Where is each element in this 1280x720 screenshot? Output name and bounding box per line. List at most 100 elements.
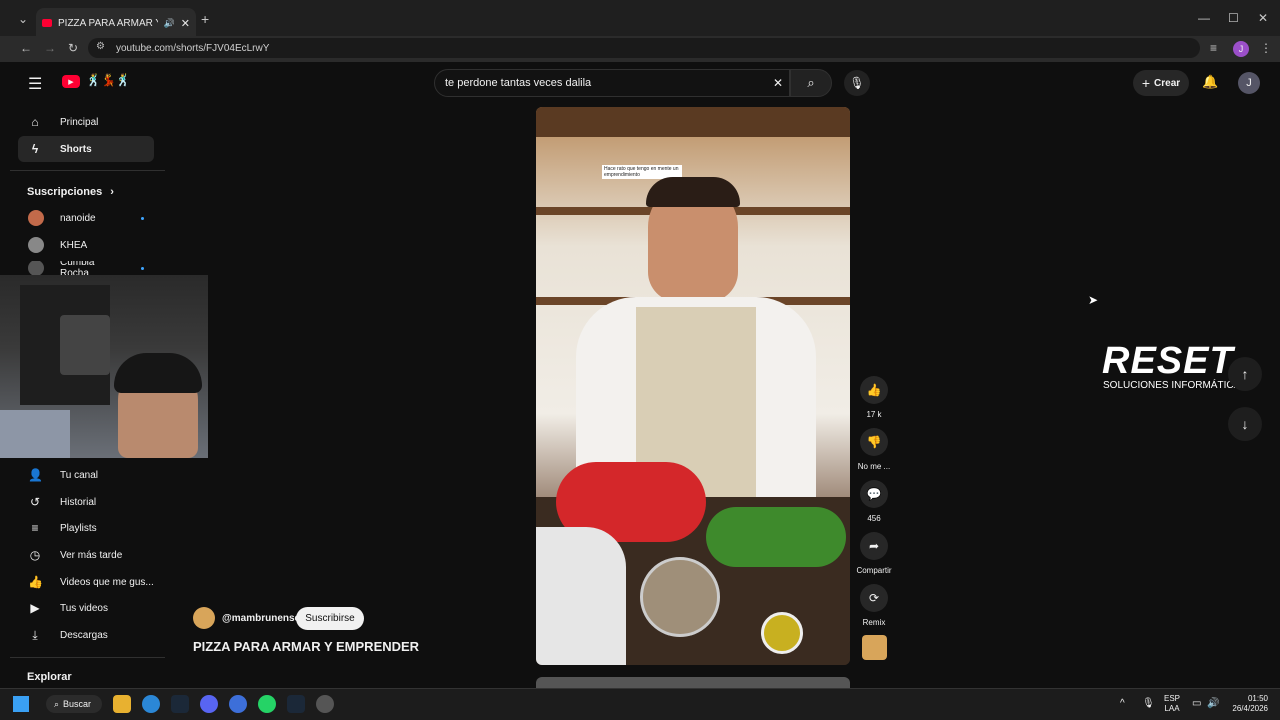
steam-icon[interactable] xyxy=(171,695,189,713)
voice-search-button[interactable]: 🎙 xyxy=(844,70,870,96)
like-button[interactable]: 👍 xyxy=(860,376,888,404)
sound-thumbnail[interactable] xyxy=(862,635,887,660)
settings-icon[interactable] xyxy=(316,695,334,713)
url-text: youtube.com/shorts/FJV04EcLrwY xyxy=(116,42,270,54)
dislike-button[interactable]: 👎 xyxy=(860,428,888,456)
channel-name[interactable]: @mambrunense xyxy=(222,613,300,624)
short-title[interactable]: PIZZA PARA ARMAR Y EMPRENDER xyxy=(193,639,419,654)
sidebar-item-playlists[interactable]: ≡ Playlists xyxy=(18,515,154,541)
explore-title: Explorar xyxy=(27,671,72,683)
sidebar-item-descargas[interactable]: ⤓ Descargas xyxy=(18,622,154,648)
profile-avatar[interactable]: J xyxy=(1233,41,1249,57)
remix-icon: ⟳ xyxy=(868,591,880,605)
chrome-icon[interactable] xyxy=(142,695,160,713)
steam-app-icon[interactable] xyxy=(287,695,305,713)
browser-tab[interactable]: PIZZA PARA ARMAR Y EMPR 🔊 ✕ xyxy=(36,8,196,38)
youtube-logo-icon[interactable]: ▶ xyxy=(62,75,80,88)
tray-chevron-icon[interactable]: ^ xyxy=(1120,698,1125,709)
sidebar-item-khea[interactable]: KHEA xyxy=(18,232,154,258)
taskbar-search-label: Buscar xyxy=(63,699,92,709)
comment-icon: 💬 xyxy=(866,487,882,501)
microphone-icon: 🎙 xyxy=(849,76,865,90)
media-controls-icon[interactable]: ≡ xyxy=(1210,41,1217,55)
account-avatar[interactable]: J xyxy=(1238,72,1260,94)
sidebar-item-nanoide[interactable]: nanoide xyxy=(18,205,154,231)
menu-dots-icon[interactable]: ⋮ xyxy=(1260,41,1272,55)
sidebar-item-label: Ver más tarde xyxy=(60,549,123,561)
windows-start-icon[interactable] xyxy=(13,696,29,712)
sidebar-item-principal[interactable]: ⌂ Principal xyxy=(18,109,154,135)
channel-avatar[interactable] xyxy=(193,607,215,629)
sidebar-item-label: nanoide xyxy=(60,212,96,224)
sidebar-item-ver-mas-tarde[interactable]: ◷ Ver más tarde xyxy=(18,542,154,568)
divider xyxy=(10,657,165,658)
browser-tab-bar: ⌄ PIZZA PARA ARMAR Y EMPR 🔊 ✕ + — ☐ ✕ xyxy=(0,0,1280,38)
forward-icon[interactable]: → xyxy=(44,41,56,55)
language-indicator[interactable]: ESP LAA xyxy=(1164,694,1180,714)
monitor-icon[interactable]: ▭ xyxy=(1192,698,1201,709)
sidebar-item-shorts[interactable]: ϟ Shorts xyxy=(18,136,154,162)
sidebar-item-tu-canal[interactable]: 👤 Tu canal xyxy=(18,462,154,488)
sidebar-item-liked-videos[interactable]: 👍 Videos que me gus... xyxy=(18,569,154,595)
avatar xyxy=(28,237,44,253)
taskbar-search[interactable]: ⌕ Buscar xyxy=(46,695,102,713)
tab-search-icon[interactable]: ⌄ xyxy=(18,12,28,26)
avatar xyxy=(28,261,44,275)
download-icon: ⤓ xyxy=(32,627,38,642)
thumbs-up-icon: 👍 xyxy=(866,383,882,397)
discord-icon[interactable] xyxy=(200,695,218,713)
webcam-person-hair xyxy=(114,353,202,393)
like-count: 17 k xyxy=(866,410,882,419)
sidebar-item-label: Shorts xyxy=(60,143,92,155)
close-window-icon[interactable]: ✕ xyxy=(1258,11,1268,25)
sidebar-item-label: Principal xyxy=(60,116,99,128)
create-button[interactable]: + Crear xyxy=(1133,70,1189,96)
sidebar-item-historial[interactable]: ↺ Historial xyxy=(18,489,154,515)
sidebar-item-label: Cumbia Rocha xyxy=(60,261,95,275)
sidebar-item-cumbia-rocha[interactable]: Cumbia Rocha xyxy=(18,261,154,275)
new-content-dot xyxy=(141,266,144,270)
audio-icon: 🔊 xyxy=(163,17,175,28)
clock-date: 26/4/2026 xyxy=(1232,704,1268,713)
whatsapp-icon[interactable] xyxy=(258,695,276,713)
address-bar[interactable]: ⚙ youtube.com/shorts/FJV04EcLrwY xyxy=(88,38,1200,58)
sidebar-item-tus-videos[interactable]: ▶ Tus videos xyxy=(18,595,154,621)
back-icon[interactable]: ← xyxy=(20,41,32,55)
video-oil-bowl xyxy=(761,612,803,654)
sidebar-item-label: Tu canal xyxy=(60,469,98,481)
hamburger-menu-icon[interactable]: ☰ xyxy=(28,74,42,94)
short-video-player[interactable]: Hace rato que tengo en mente un emprendi… xyxy=(536,107,850,665)
subscriptions-header[interactable]: Suscripciones › xyxy=(27,186,114,198)
site-info-icon[interactable]: ⚙ xyxy=(96,41,105,52)
reload-icon[interactable]: ↻ xyxy=(68,41,78,55)
app-icon[interactable] xyxy=(229,695,247,713)
taskbar-clock[interactable]: 01:50 26/4/2026 xyxy=(1228,694,1268,714)
next-short-button[interactable]: ↓ xyxy=(1228,407,1262,441)
thumbs-up-icon: 👍 xyxy=(28,575,43,589)
remix-label: Remix xyxy=(862,618,886,627)
file-explorer-icon[interactable] xyxy=(113,695,131,713)
maximize-icon[interactable]: ☐ xyxy=(1228,11,1239,25)
tray-mic-icon[interactable]: 🎙 xyxy=(1142,698,1155,709)
comments-button[interactable]: 💬 xyxy=(860,480,888,508)
minimize-icon[interactable]: — xyxy=(1198,11,1210,25)
remix-button[interactable]: ⟳ xyxy=(860,584,888,612)
tab-title: PIZZA PARA ARMAR Y EMPR xyxy=(58,17,158,29)
share-label: Compartir xyxy=(856,566,892,575)
new-tab-icon[interactable]: + xyxy=(201,11,209,27)
language-code: ESP xyxy=(1164,694,1181,703)
previous-short-button[interactable]: ↑ xyxy=(1228,357,1262,391)
video-flour-bowl xyxy=(536,527,626,665)
doodle-icon[interactable]: 🕺💃🕺 xyxy=(86,73,131,87)
webcam-shelf xyxy=(60,315,110,375)
avatar xyxy=(28,210,44,226)
share-button[interactable]: ➦ xyxy=(860,532,888,560)
clear-search-icon[interactable]: ✕ xyxy=(773,76,783,90)
search-button[interactable]: ⌕ xyxy=(790,69,832,97)
notifications-bell-icon[interactable]: 🔔 xyxy=(1202,74,1218,90)
search-input[interactable]: te perdone tantas veces dalila ✕ xyxy=(434,69,790,97)
close-tab-icon[interactable]: ✕ xyxy=(181,17,190,30)
volume-icon[interactable]: 🔊 xyxy=(1207,698,1219,709)
subscribe-button[interactable]: Suscribirse xyxy=(296,607,364,630)
dislike-label: No me ... xyxy=(857,462,891,471)
